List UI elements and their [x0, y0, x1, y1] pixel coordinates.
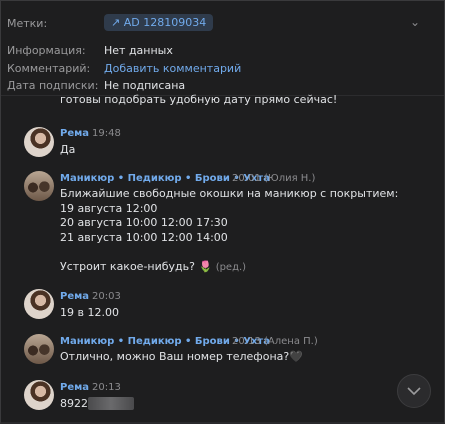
- subscription-value: Не подписана: [104, 79, 186, 92]
- info-value: Нет данных: [104, 44, 173, 57]
- chat-panel: Метки: ↗ AD 128109034 ⌄ Информация: Нет …: [0, 0, 445, 424]
- message-text: 8922: [60, 397, 88, 410]
- scroll-down-button[interactable]: [397, 374, 431, 408]
- message-text: Отлично, можно Ваш номер телефона?🖤: [60, 350, 303, 363]
- message-text: 19 августа 12:00: [60, 202, 158, 215]
- avatar[interactable]: [24, 380, 54, 410]
- tags-label: Метки:: [7, 17, 48, 30]
- message-time: 20:13 (Алена П.): [232, 336, 318, 347]
- message-text: Ближайшие свободные окошки на маникюр с …: [60, 187, 399, 200]
- message-text: Да: [60, 143, 76, 156]
- comment-label: Комментарий:: [7, 62, 91, 75]
- message-text: 21 августа 10:00 12:00 14:00: [60, 231, 228, 244]
- avatar[interactable]: [24, 127, 54, 157]
- add-comment-link[interactable]: Добавить комментарий: [104, 62, 241, 75]
- message-time: 20:03: [92, 291, 121, 302]
- ad-tag[interactable]: ↗ AD 128109034: [104, 14, 214, 31]
- avatar[interactable]: [24, 171, 54, 201]
- message-time: 19:48: [92, 128, 121, 139]
- message-time: 20:13: [92, 382, 121, 393]
- sender-name[interactable]: Рема: [60, 382, 89, 393]
- chevron-down-icon: [407, 387, 421, 396]
- edited-marker: (ред.): [215, 262, 247, 273]
- chevron-down-icon[interactable]: ⌄: [410, 15, 420, 29]
- message-text: 19 в 12.00: [60, 306, 119, 319]
- redacted-phone: [88, 397, 134, 410]
- subscription-label: Дата подписки:: [7, 79, 99, 92]
- avatar[interactable]: [24, 334, 54, 364]
- avatar[interactable]: [24, 289, 54, 319]
- sender-name[interactable]: Рема: [60, 291, 89, 302]
- message-text: 20 августа 10:00 12:00 17:30: [60, 216, 228, 229]
- message-extra: Устроит какое-нибудь? 🌷: [60, 260, 213, 273]
- info-label: Информация:: [7, 44, 86, 57]
- message-text: готовы подобрать удобную дату прямо сейч…: [60, 93, 338, 106]
- message-text: Устроит какое-нибудь? 🌷 (ред.): [60, 260, 246, 273]
- contact-info: Метки: ↗ AD 128109034 ⌄ Информация: Нет …: [1, 1, 444, 95]
- sender-name[interactable]: Рема: [60, 128, 89, 139]
- message-time: 20:01 (Юлия Н.): [232, 173, 316, 184]
